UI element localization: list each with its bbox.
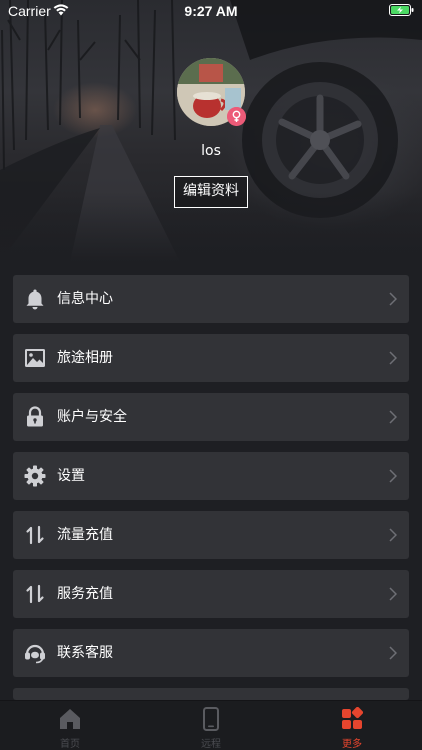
menu-item-account-security[interactable]: 账户与安全 xyxy=(13,393,409,441)
menu-item-partial[interactable] xyxy=(13,688,409,700)
chevron-right-icon xyxy=(389,292,397,306)
menu-item-label: 联系客服 xyxy=(57,645,113,661)
gear-icon xyxy=(24,465,46,487)
status-time: 9:27 AM xyxy=(184,3,238,19)
status-bar: Carrier 9:27 AM xyxy=(0,0,422,22)
edit-profile-button[interactable]: 编辑资料 xyxy=(174,176,248,208)
chevron-right-icon xyxy=(389,587,397,601)
chevron-right-icon xyxy=(389,528,397,542)
menu-item-settings[interactable]: 设置 xyxy=(13,452,409,500)
menu-item-message-center[interactable]: 信息中心 xyxy=(13,275,409,323)
tab-remote[interactable]: 远程 xyxy=(141,701,281,750)
transfer-arrows-icon xyxy=(26,525,44,545)
username: los xyxy=(201,143,221,159)
menu-item-label: 设置 xyxy=(57,468,85,484)
home-icon xyxy=(60,709,80,729)
bell-icon xyxy=(26,289,44,310)
chevron-right-icon xyxy=(389,410,397,424)
female-gender-icon xyxy=(227,107,246,126)
tab-bar: 首页 远程 更多 xyxy=(0,700,422,750)
menu-item-label: 账户与安全 xyxy=(57,409,127,425)
profile-header-background xyxy=(0,0,422,262)
menu-item-service-topup[interactable]: 服务充值 xyxy=(13,570,409,618)
chevron-right-icon xyxy=(389,351,397,365)
chevron-right-icon xyxy=(389,646,397,660)
menu-item-label: 服务充值 xyxy=(57,586,113,602)
tab-label: 首页 xyxy=(60,739,80,750)
menu-item-data-topup[interactable]: 流量充值 xyxy=(13,511,409,559)
tab-more[interactable]: 更多 xyxy=(282,701,422,750)
tab-label: 更多 xyxy=(342,739,362,750)
menu-item-label: 流量充值 xyxy=(57,527,113,543)
transfer-arrows-icon xyxy=(26,584,44,604)
menu-item-label: 信息中心 xyxy=(57,291,113,307)
image-icon xyxy=(25,349,45,367)
settings-menu: 信息中心 旅途相册 账户与安全 设置 流量充值 服务充值 联系客服 xyxy=(13,275,409,700)
battery-charging-icon xyxy=(389,4,414,16)
menu-item-customer-service[interactable]: 联系客服 xyxy=(13,629,409,677)
grid-icon xyxy=(342,707,363,729)
phone-icon xyxy=(203,707,219,731)
menu-item-travel-album[interactable]: 旅途相册 xyxy=(13,334,409,382)
lock-icon xyxy=(27,406,43,427)
headset-icon xyxy=(25,644,45,664)
chevron-right-icon xyxy=(389,469,397,483)
tab-home[interactable]: 首页 xyxy=(0,701,140,750)
tab-label: 远程 xyxy=(201,739,221,750)
menu-item-label: 旅途相册 xyxy=(57,350,113,366)
